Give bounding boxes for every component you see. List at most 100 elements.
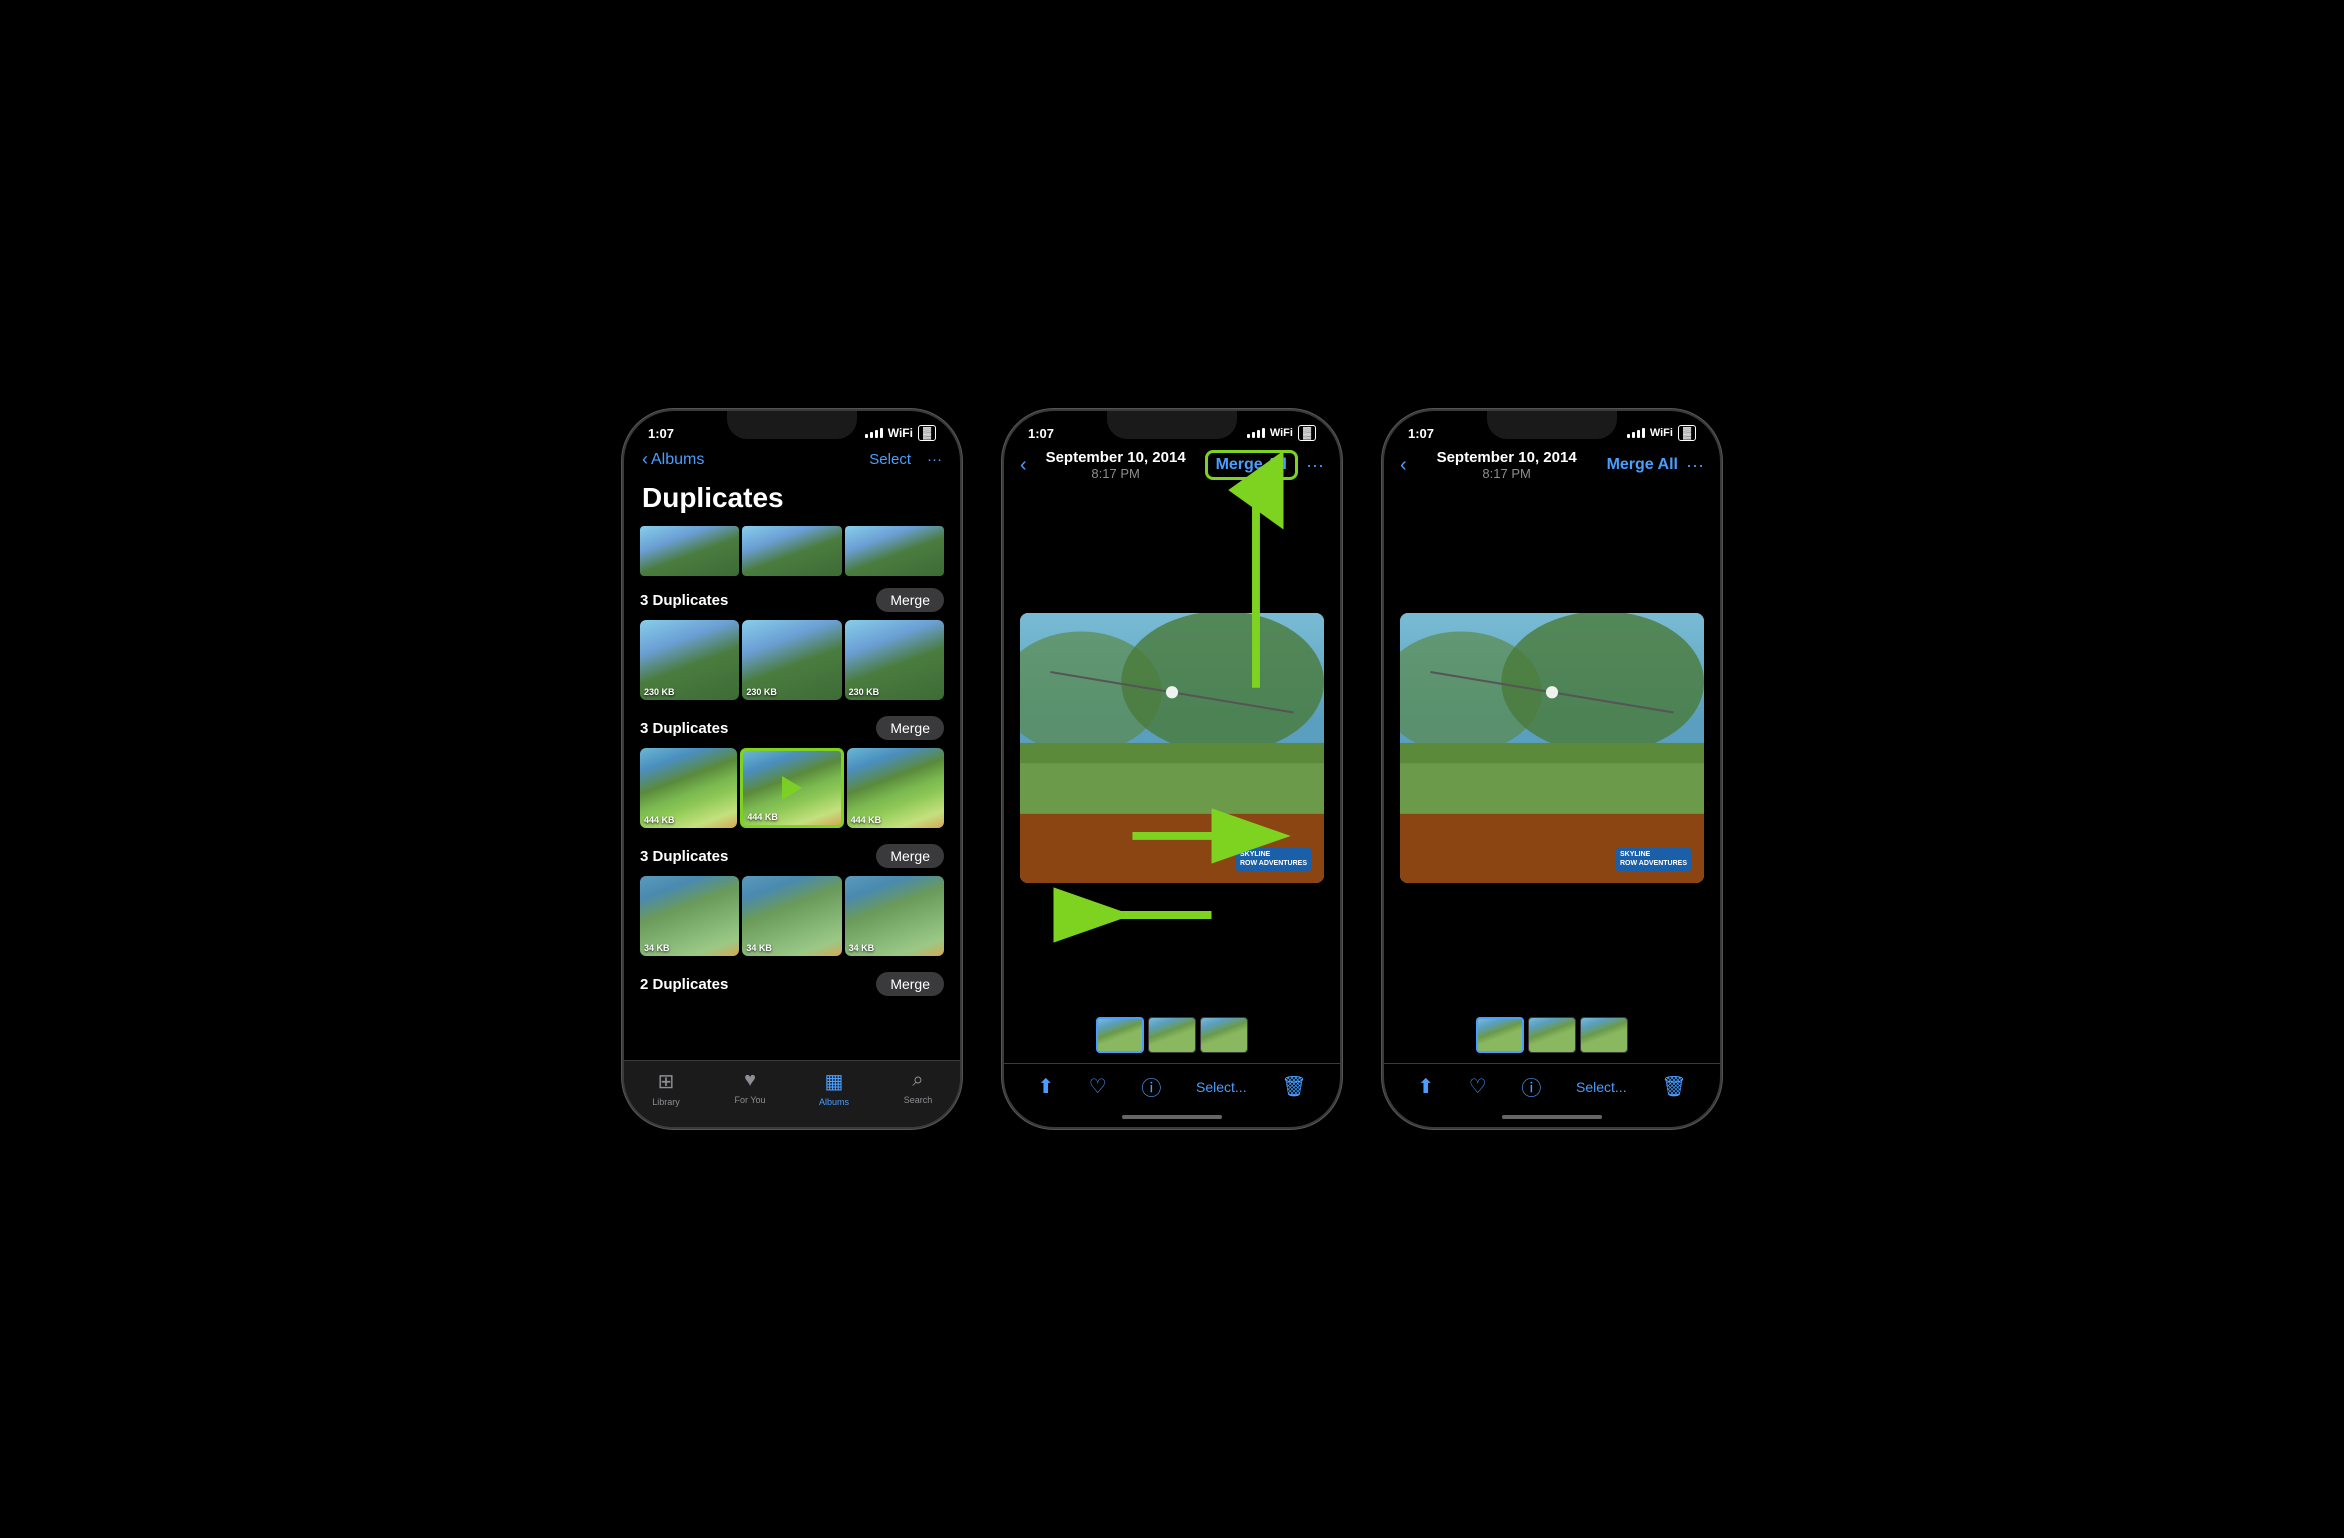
status-icons-2: WiFi ▓ <box>1247 425 1316 441</box>
select-button-2[interactable]: Select... <box>1196 1079 1247 1095</box>
home-indicator-3 <box>1384 1107 1720 1127</box>
battery-icon-2: ▓ <box>1298 425 1316 441</box>
merge-all-button-2[interactable]: Merge All <box>1205 450 1298 480</box>
toolbar-3: ⬆ ♡ ⓘ Select... 🗑 <box>1384 1063 1720 1107</box>
more-button-2[interactable]: ··· <box>1306 455 1324 476</box>
merge-button-1[interactable]: Merge <box>876 588 944 612</box>
main-photo-area-3: SKYLINEROW ADVENTURES <box>1384 489 1720 1007</box>
scene: 1:07 WiFi ▓ ‹ Albums <box>582 369 1762 1169</box>
dup-photo-3-3[interactable]: 34 KB <box>845 876 944 956</box>
thumb-3-2[interactable] <box>1528 1017 1576 1053</box>
main-photo-3[interactable]: SKYLINEROW ADVENTURES <box>1400 613 1704 883</box>
back-button-3[interactable]: ‹ <box>1400 454 1407 477</box>
dup-header-3: 3 Duplicates Merge <box>640 844 944 868</box>
nav-right-2: Merge All ··· <box>1205 450 1324 480</box>
tab-library-label: Library <box>652 1097 680 1107</box>
merge-button-2[interactable]: Merge <box>876 716 944 740</box>
home-bar-3 <box>1502 1115 1602 1119</box>
photo-size-1-3: 230 KB <box>849 687 880 697</box>
thumb-2-2[interactable] <box>1148 1017 1196 1053</box>
more-button-1[interactable]: ··· <box>927 451 942 468</box>
top-strip-1 <box>624 526 960 576</box>
main-photo-2[interactable]: SKYLINEROW ADVENTURES <box>1020 613 1324 883</box>
photo-size-1-1: 230 KB <box>644 687 675 697</box>
toolbar-2: ⬆ ♡ ⓘ Select... 🗑 <box>1004 1063 1340 1107</box>
tab-foryou[interactable]: ♥ For You <box>708 1069 792 1107</box>
delete-button-3[interactable]: 🗑 <box>1661 1074 1686 1099</box>
skyline-badge-3: SKYLINEROW ADVENTURES <box>1615 848 1692 871</box>
merge-all-button-3[interactable]: Merge All <box>1607 456 1678 474</box>
battery-icon-3: ▓ <box>1678 425 1696 441</box>
dup-photo-3-1[interactable]: 34 KB <box>640 876 739 956</box>
dup-group-2: 3 Duplicates Merge 444 KB 444 KB 444 KB <box>640 716 944 828</box>
thumbnail-strip-3 <box>1384 1007 1720 1063</box>
dup-count-3: 3 Duplicates <box>640 848 728 865</box>
detail-screen-2: 1:07 WiFi ▓ ‹ <box>1004 411 1340 1127</box>
merge-button-4[interactable]: Merge <box>876 972 944 996</box>
nav-right-3: Merge All ··· <box>1607 455 1704 476</box>
screen-3: 1:07 WiFi ▓ ‹ <box>1384 411 1720 1127</box>
status-icons-3: WiFi ▓ <box>1627 425 1696 441</box>
top-strip-photo-3 <box>845 526 944 576</box>
tab-albums[interactable]: ▦ Albums <box>792 1069 876 1107</box>
battery-icon-1: ▓ <box>918 425 936 441</box>
back-button-1[interactable]: ‹ Albums <box>642 449 704 470</box>
share-button-2[interactable]: ⬆ <box>1037 1074 1054 1099</box>
dup-count-4: 2 Duplicates <box>640 976 728 993</box>
notch-1 <box>727 411 857 439</box>
dup-count-1: 3 Duplicates <box>640 592 728 609</box>
select-button-3[interactable]: Select... <box>1576 1079 1627 1095</box>
tab-search-label: Search <box>904 1095 933 1105</box>
albums-icon: ▦ <box>825 1069 844 1094</box>
dup-photo-3-2[interactable]: 34 KB <box>742 876 841 956</box>
thumb-3-3[interactable] <box>1580 1017 1628 1053</box>
dup-photo-2-2[interactable]: 444 KB <box>740 748 843 828</box>
skyline-badge-2: SKYLINEROW ADVENTURES <box>1235 848 1312 871</box>
status-time-2: 1:07 <box>1028 426 1054 441</box>
notch-2 <box>1107 411 1237 439</box>
screen-1: 1:07 WiFi ▓ ‹ Albums <box>624 411 960 1127</box>
heart-button-3[interactable]: ♡ <box>1469 1074 1487 1099</box>
dup-photo-1-2[interactable]: 230 KB <box>742 620 841 700</box>
home-bar-2 <box>1122 1115 1222 1119</box>
status-icons-1: WiFi ▓ <box>865 425 936 441</box>
delete-button-2[interactable]: 🗑 <box>1281 1074 1306 1099</box>
thumb-2-3[interactable] <box>1200 1017 1248 1053</box>
merge-button-3[interactable]: Merge <box>876 844 944 868</box>
dup-photos-2: 444 KB 444 KB 444 KB <box>640 748 944 828</box>
dup-photo-1-3[interactable]: 230 KB <box>845 620 944 700</box>
more-button-3[interactable]: ··· <box>1686 455 1704 476</box>
select-button-1[interactable]: Select <box>869 451 911 468</box>
info-button-2[interactable]: ⓘ <box>1141 1072 1161 1101</box>
wifi-icon-1: WiFi <box>888 426 913 440</box>
tab-search[interactable]: ⌕ Search <box>876 1069 960 1107</box>
heart-button-2[interactable]: ♡ <box>1089 1074 1107 1099</box>
phone-3: 1:07 WiFi ▓ ‹ <box>1382 409 1722 1129</box>
main-photo-area-2: SKYLINEROW ADVENTURES <box>1004 489 1340 1007</box>
back-label-1: Albums <box>651 451 704 469</box>
back-button-2[interactable]: ‹ <box>1020 454 1027 477</box>
tab-foryou-label: For You <box>734 1095 765 1105</box>
dup-photo-1-1[interactable]: 230 KB <box>640 620 739 700</box>
detail-nav-3: ‹ September 10, 2014 8:17 PM Merge All ·… <box>1384 445 1720 489</box>
photo-size-3-1: 34 KB <box>644 943 670 953</box>
top-strip-photo-2 <box>742 526 841 576</box>
dup-header-4: 2 Duplicates Merge <box>640 972 944 996</box>
thumb-2-1[interactable] <box>1096 1017 1144 1053</box>
dup-header-1: 3 Duplicates Merge <box>640 588 944 612</box>
status-time-1: 1:07 <box>648 426 674 441</box>
dup-photo-2-3[interactable]: 444 KB <box>847 748 944 828</box>
thumb-3-1[interactable] <box>1476 1017 1524 1053</box>
notch-3 <box>1487 411 1617 439</box>
search-icon: ⌕ <box>912 1069 923 1092</box>
info-button-3[interactable]: ⓘ <box>1521 1072 1541 1101</box>
nav-time-2: 8:17 PM <box>1046 466 1186 481</box>
photo-size-3-3: 34 KB <box>849 943 875 953</box>
tab-library[interactable]: ⊞ Library <box>624 1069 708 1107</box>
foryou-icon: ♥ <box>744 1069 756 1092</box>
dup-photo-2-1[interactable]: 444 KB <box>640 748 737 828</box>
share-button-3[interactable]: ⬆ <box>1417 1074 1434 1099</box>
status-time-3: 1:07 <box>1408 426 1434 441</box>
nav-bar-1: ‹ Albums Select ··· <box>624 445 960 478</box>
tab-albums-label: Albums <box>819 1097 849 1107</box>
